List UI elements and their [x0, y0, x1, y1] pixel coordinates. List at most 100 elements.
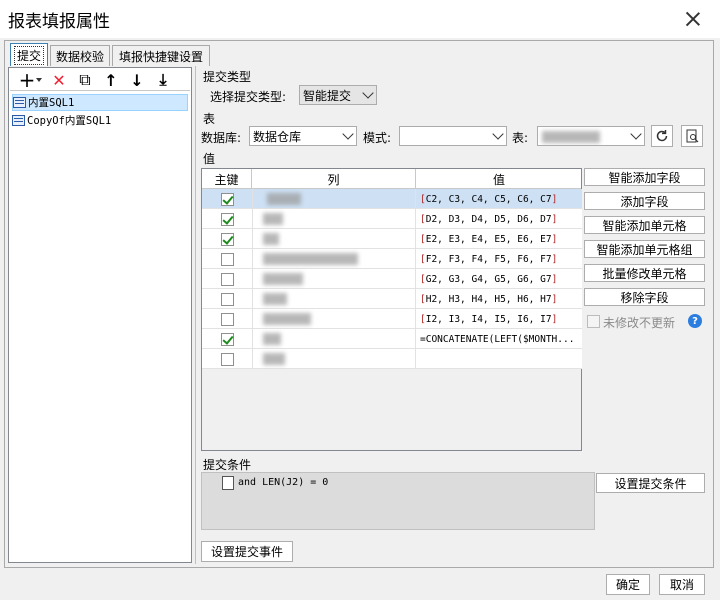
redacted-column-name — [267, 193, 301, 205]
table-row[interactable]: =CONCATENATE(LEFT($MONTH... — [202, 329, 582, 349]
primary-key-checkbox[interactable] — [221, 273, 234, 286]
redacted-column-name — [263, 313, 311, 325]
primary-key-checkbox[interactable] — [221, 333, 234, 346]
header-value[interactable]: 值 — [416, 169, 582, 189]
chevron-down-icon — [342, 128, 354, 140]
table-row[interactable]: [H2, H3, H4, H5, H6, H7] — [202, 289, 582, 309]
primary-key-checkbox[interactable] — [221, 313, 234, 326]
value-cell[interactable]: [D2, D3, D4, D5, D6, D7] — [418, 209, 582, 229]
redacted-column-name — [263, 253, 358, 265]
chevron-down-icon — [362, 87, 374, 99]
tree-item-copy-sql1[interactable]: CopyOf内置SQL1 — [12, 112, 111, 129]
condition-expression[interactable]: and LEN(J2) = 0 — [238, 477, 328, 488]
tab-submit[interactable]: 提交 — [10, 43, 48, 66]
values-section: 值 — [203, 152, 216, 166]
table-row[interactable]: [F2, F3, F4, F5, F6, F7] — [202, 249, 582, 269]
database-label: 数据库: — [201, 131, 242, 145]
value-cell[interactable]: [H2, H3, H4, H5, H6, H7] — [418, 289, 582, 309]
sql-icon — [13, 97, 26, 108]
table-row[interactable]: [I2, I3, I4, I5, I6, I7] — [202, 309, 582, 329]
tab-shortcut-settings[interactable]: 填报快捷键设置 — [112, 45, 210, 66]
close-icon[interactable] — [678, 6, 708, 32]
column-cell[interactable] — [252, 249, 416, 269]
table-row[interactable]: [C2, C3, C4, C5, C6, C7] — [202, 189, 582, 209]
help-icon[interactable]: ? — [688, 314, 702, 328]
value-cell[interactable]: [E2, E3, E4, E5, E6, E7] — [418, 229, 582, 249]
copy-icon[interactable]: ⧉ — [74, 70, 96, 90]
submit-type-value: 智能提交 — [303, 88, 352, 103]
sql-list-panel — [8, 67, 192, 563]
add-field-button[interactable]: 添加字段 — [584, 192, 705, 210]
schema-select[interactable] — [399, 126, 507, 146]
toolbar-divider — [10, 90, 190, 91]
header-primary-key[interactable]: 主键 — [202, 169, 252, 189]
redacted-column-name — [263, 213, 283, 225]
column-cell[interactable] — [252, 209, 416, 229]
smart-add-cell-group-button[interactable]: 智能添加单元格组 — [584, 240, 705, 258]
redacted-column-name — [263, 233, 279, 245]
submit-type-label: 选择提交类型: — [210, 90, 287, 104]
primary-key-checkbox[interactable] — [221, 193, 234, 206]
primary-key-checkbox[interactable] — [221, 213, 234, 226]
add-dropdown-icon[interactable] — [36, 78, 42, 82]
no-update-unmodified-checkbox[interactable] — [587, 315, 600, 328]
tree-item-label: CopyOf内置SQL1 — [27, 115, 112, 127]
table-row[interactable]: [D2, D3, D4, D5, D6, D7] — [202, 209, 582, 229]
database-select[interactable]: 数据仓库 — [249, 126, 357, 146]
primary-key-checkbox[interactable] — [221, 253, 234, 266]
tab-data-validation[interactable]: 数据校验 — [50, 45, 110, 66]
refresh-button[interactable] — [651, 125, 673, 147]
column-cell[interactable] — [252, 269, 416, 289]
column-cell[interactable] — [252, 349, 416, 369]
set-condition-button[interactable]: 设置提交条件 — [596, 473, 705, 493]
column-cell[interactable] — [252, 309, 416, 329]
values-table: 主键 列 值 [C2, C3, C4, C5, C6, C7][D2, D3, … — [201, 168, 582, 451]
remove-field-button[interactable]: 移除字段 — [584, 288, 705, 306]
header-column[interactable]: 列 — [252, 169, 416, 189]
tree-item-label: 内置SQL1 — [28, 97, 75, 109]
table-header: 主键 列 值 — [202, 169, 581, 189]
table-row[interactable] — [202, 349, 582, 369]
submit-type-select[interactable]: 智能提交 — [299, 85, 377, 105]
redacted-table-name — [542, 131, 600, 143]
primary-key-checkbox[interactable] — [221, 353, 234, 366]
table-row[interactable]: [E2, E3, E4, E5, E6, E7] — [202, 229, 582, 249]
move-up-icon[interactable]: ↑ — [100, 70, 122, 90]
panel-splitter[interactable] — [195, 66, 196, 564]
value-cell[interactable]: [C2, C3, C4, C5, C6, C7] — [418, 189, 582, 209]
no-update-unmodified-label: 未修改不更新 — [603, 316, 676, 330]
primary-key-checkbox[interactable] — [221, 233, 234, 246]
redacted-column-name — [263, 293, 287, 305]
table-row[interactable]: [G2, G3, G4, G5, G6, G7] — [202, 269, 582, 289]
move-bottom-icon[interactable]: ⤓ — [152, 70, 174, 90]
cancel-button[interactable]: 取消 — [659, 574, 705, 595]
database-value: 数据仓库 — [253, 129, 302, 144]
value-cell[interactable]: [I2, I3, I4, I5, I6, I7] — [418, 309, 582, 329]
value-cell[interactable]: =CONCATENATE(LEFT($MONTH... — [418, 329, 582, 349]
value-cell[interactable]: [G2, G3, G4, G5, G6, G7] — [418, 269, 582, 289]
smart-add-field-button[interactable]: 智能添加字段 — [584, 168, 705, 186]
column-cell[interactable] — [252, 229, 416, 249]
tree-item-sql1[interactable]: 内置SQL1 — [12, 94, 188, 111]
ok-button[interactable]: 确定 — [606, 574, 650, 595]
add-icon[interactable]: + — [16, 68, 38, 92]
smart-add-cell-button[interactable]: 智能添加单元格 — [584, 216, 705, 234]
table-select[interactable] — [537, 126, 645, 146]
chevron-down-icon — [630, 128, 642, 140]
move-down-icon[interactable]: ↓ — [126, 70, 148, 90]
preview-icon — [686, 129, 699, 143]
redacted-column-name — [263, 333, 281, 345]
column-cell[interactable] — [252, 189, 416, 209]
column-cell[interactable] — [252, 329, 416, 349]
set-submit-event-button[interactable]: 设置提交事件 — [201, 541, 293, 562]
batch-edit-cell-button[interactable]: 批量修改单元格 — [584, 264, 705, 282]
schema-label: 模式: — [363, 131, 392, 145]
primary-key-checkbox[interactable] — [221, 293, 234, 306]
redacted-column-name — [263, 273, 303, 285]
delete-icon[interactable]: ✕ — [48, 70, 70, 90]
value-cell[interactable]: [F2, F3, F4, F5, F6, F7] — [418, 249, 582, 269]
preview-button[interactable] — [681, 125, 703, 147]
column-cell[interactable] — [252, 289, 416, 309]
value-cell[interactable] — [418, 349, 582, 369]
refresh-icon — [656, 130, 668, 142]
